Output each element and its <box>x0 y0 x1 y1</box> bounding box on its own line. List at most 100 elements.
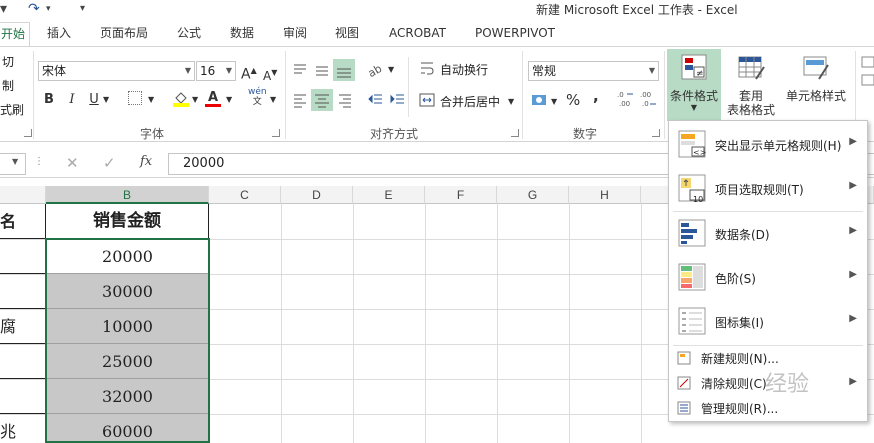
bold-button[interactable]: B <box>42 91 56 109</box>
name-box[interactable]: ▼ <box>0 153 26 175</box>
enter-icon[interactable]: ✓ <box>103 154 116 172</box>
menu-item-highlight-cells-rules[interactable]: <> 突出显示单元格规则(H) ▶ <box>669 123 867 167</box>
align-left-button[interactable] <box>291 91 309 109</box>
column-header-g[interactable]: G <box>497 186 569 204</box>
menu-item-icon-sets[interactable]: 图标集(I) ▶ <box>669 300 867 344</box>
increase-decimal-button[interactable]: .0.00 <box>617 89 635 109</box>
underline-dropdown-icon[interactable]: ▼ <box>103 91 109 109</box>
redo-icon[interactable]: ↷ <box>28 0 40 18</box>
cell-b6[interactable]: 32000 <box>46 379 209 414</box>
group-separator <box>522 51 523 139</box>
number-launcher-icon[interactable] <box>652 129 660 137</box>
fill-color-dropdown-icon[interactable]: ▼ <box>192 91 198 109</box>
font-name-select[interactable]: 宋体 ▼ <box>38 61 195 81</box>
orientation-icon: ab <box>366 62 384 80</box>
wrap-text-button[interactable]: 自动换行 <box>440 61 488 78</box>
cell-b7[interactable]: 60000 <box>46 414 209 443</box>
number-format-select[interactable]: 常规 ▼ <box>528 61 659 81</box>
cell-b5[interactable]: 25000 <box>46 344 209 379</box>
column-header-e[interactable]: E <box>353 186 425 204</box>
accounting-dropdown-icon[interactable]: ▼ <box>551 93 557 111</box>
tab-data[interactable]: 数据 <box>230 22 254 46</box>
redo-dropdown-icon[interactable]: ▾ <box>0 0 7 18</box>
format-as-table-button[interactable]: 套用 表格格式 <box>724 51 778 121</box>
tab-home[interactable]: 开始 <box>0 22 31 47</box>
cut-button[interactable]: 切 <box>2 53 14 70</box>
column-header-b[interactable]: B <box>46 186 209 204</box>
align-middle-button[interactable] <box>313 61 331 79</box>
alignment-launcher-icon[interactable] <box>511 129 519 137</box>
align-right-button[interactable] <box>336 91 354 109</box>
decrease-indent-button[interactable] <box>366 91 384 109</box>
borders-dropdown-icon[interactable]: ▼ <box>148 91 154 109</box>
fill-color-button[interactable] <box>172 89 190 107</box>
cell-b1[interactable]: 销售金额 <box>46 204 209 239</box>
column-header-c[interactable]: C <box>209 186 281 204</box>
phonetic-dropdown-icon[interactable]: ▼ <box>270 91 276 109</box>
merge-center-button[interactable]: 合并后居中 <box>440 93 500 110</box>
cell-styles-button[interactable]: 单元格样式 <box>782 51 850 121</box>
cell-a1[interactable]: 名 <box>0 204 46 239</box>
shrink-font-button[interactable]: A▼ <box>263 64 277 85</box>
copy-button[interactable]: 制 <box>2 77 14 94</box>
tab-view[interactable]: 视图 <box>335 22 359 46</box>
clipboard-launcher-icon[interactable] <box>24 129 32 137</box>
column-header-h[interactable]: H <box>569 186 641 204</box>
cell-b2[interactable]: 20000 <box>46 239 209 274</box>
comma-style-button[interactable]: , <box>593 87 599 105</box>
redo-arrow-icon[interactable]: ▾ <box>46 0 51 18</box>
cell-a5[interactable] <box>0 344 46 379</box>
column-header-f[interactable]: F <box>425 186 497 204</box>
orientation-button[interactable]: ab <box>366 61 386 80</box>
conditional-formatting-button[interactable]: ≠ 条件格式 ▼ <box>667 49 721 121</box>
font-color-button[interactable]: A <box>205 89 221 107</box>
cancel-icon[interactable]: ✕ <box>66 154 79 172</box>
menu-item-data-bars[interactable]: 数据条(D) ▶ <box>669 212 867 256</box>
menu-item-label: 清除规则(C) <box>701 377 767 391</box>
cell-b3[interactable]: 30000 <box>46 274 209 309</box>
percent-style-button[interactable]: % <box>566 91 580 109</box>
menu-item-top-bottom-rules[interactable]: 10 项目选取规则(T) ▶ <box>669 167 867 211</box>
menu-item-color-scales[interactable]: 色阶(S) ▶ <box>669 256 867 300</box>
menu-item-label: 色阶(S) <box>715 272 756 286</box>
cell-b4[interactable]: 10000 <box>46 309 209 344</box>
cell-a6[interactable] <box>0 379 46 414</box>
tab-insert[interactable]: 插入 <box>47 22 71 46</box>
tab-powerpivot[interactable]: POWERPIVOT <box>475 22 555 46</box>
tab-formulas[interactable]: 公式 <box>177 22 201 46</box>
font-color-dropdown-icon[interactable]: ▼ <box>226 91 232 109</box>
tab-review[interactable]: 审阅 <box>283 22 307 46</box>
insert-function-button[interactable]: fx <box>140 154 152 169</box>
increase-indent-button[interactable] <box>388 91 406 109</box>
cell-a3[interactable] <box>0 274 46 309</box>
align-bottom-icon <box>337 68 351 78</box>
decrease-decimal-button[interactable]: .00.0 <box>640 89 658 109</box>
underline-button[interactable]: U <box>88 91 100 109</box>
menu-item-label: 数据条(D) <box>715 228 770 242</box>
menu-item-manage-rules[interactable]: 管理规则(R)... <box>669 397 867 419</box>
font-size-select[interactable]: 16 ▼ <box>196 61 236 81</box>
customize-qat-icon[interactable]: ▾ <box>80 0 85 18</box>
font-launcher-icon[interactable] <box>272 129 280 137</box>
italic-button[interactable]: I <box>66 91 78 109</box>
orientation-dropdown-icon[interactable]: ▼ <box>388 61 394 79</box>
phonetic-char-icon: 文 <box>252 97 262 107</box>
insert-cells-button[interactable] <box>860 55 874 95</box>
align-top-button[interactable] <box>291 61 309 79</box>
cell-a2[interactable] <box>0 239 46 274</box>
format-painter-button[interactable]: 式刷 <box>0 101 24 118</box>
new-rule-icon <box>677 351 691 365</box>
borders-button[interactable] <box>128 91 142 105</box>
column-header-d[interactable]: D <box>281 186 353 204</box>
column-header-a[interactable] <box>0 186 46 204</box>
align-center-button[interactable] <box>311 89 333 111</box>
phonetic-guide-button[interactable]: wén 文 <box>248 87 267 107</box>
grow-font-button[interactable]: A▲ <box>241 62 257 84</box>
cell-a7[interactable]: 兆 <box>0 414 46 443</box>
cell-a4[interactable]: 腐 <box>0 309 46 344</box>
accounting-format-button[interactable] <box>530 91 548 109</box>
merge-dropdown-icon[interactable]: ▼ <box>508 93 514 111</box>
tab-page-layout[interactable]: 页面布局 <box>100 22 148 46</box>
align-bottom-button[interactable] <box>333 59 355 81</box>
tab-acrobat[interactable]: ACROBAT <box>389 22 446 46</box>
